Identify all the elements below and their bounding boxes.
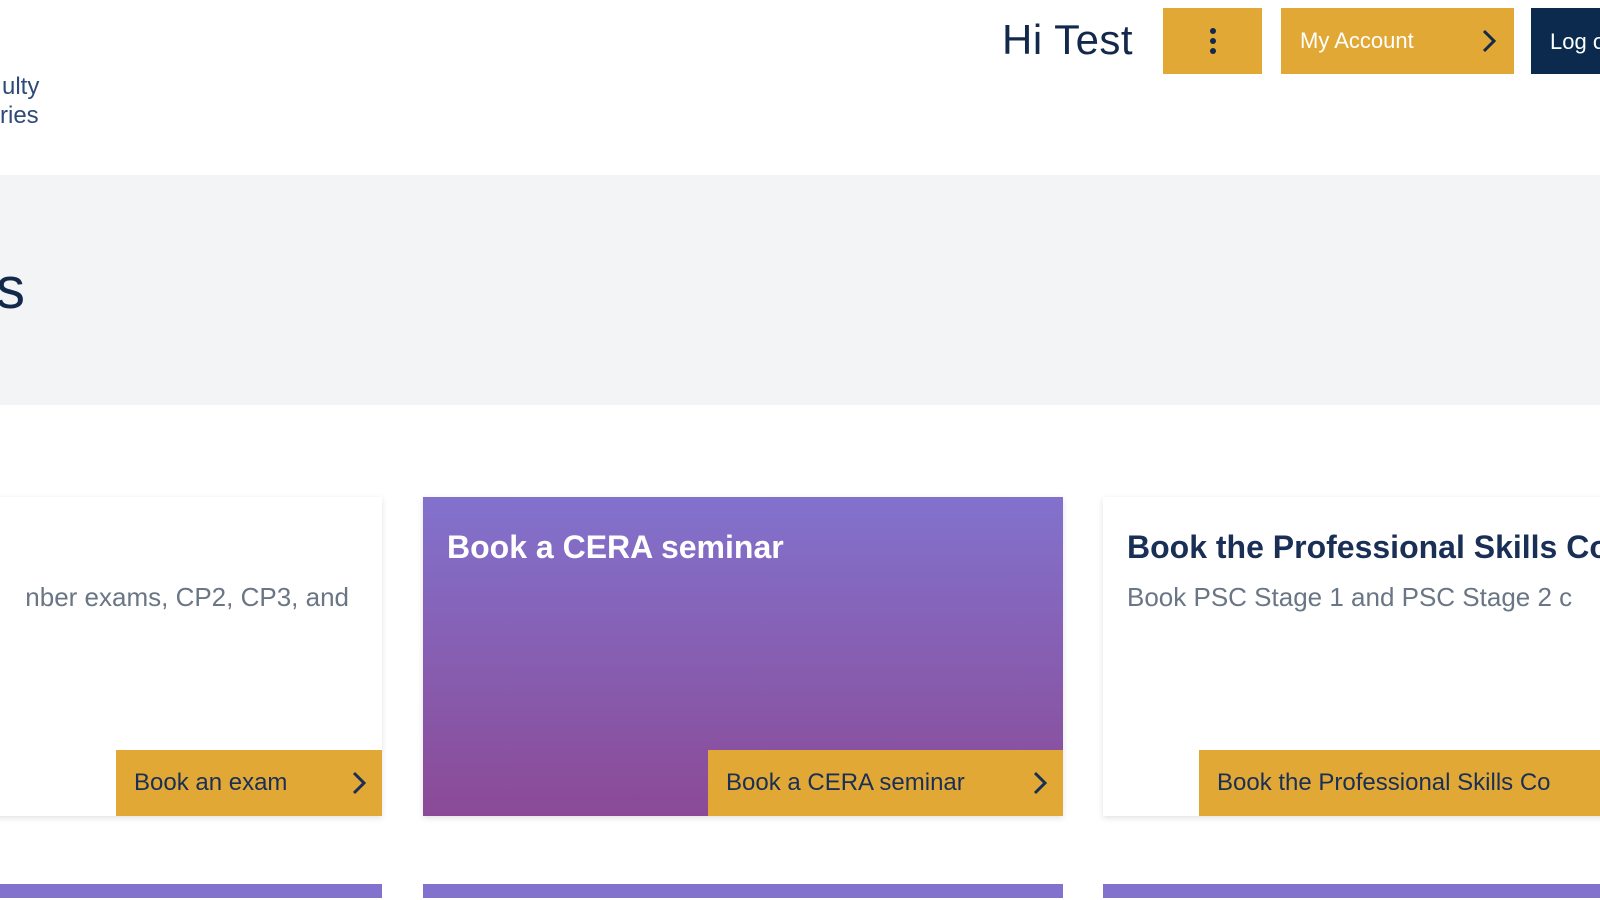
site-logo[interactable]: ulty ries	[0, 72, 39, 130]
chevron-right-icon	[1482, 29, 1496, 53]
chevron-right-icon	[352, 771, 366, 795]
card-professional-skills: Book the Professional Skills Co Book PSC…	[1103, 497, 1600, 816]
book-exam-button[interactable]: Book an exam	[116, 750, 382, 816]
book-cera-seminar-label: Book a CERA seminar	[726, 769, 965, 796]
user-greeting: Hi Test	[1002, 16, 1134, 63]
card-book-exam: nber exams, CP2, CP3, and Book an exam	[0, 497, 382, 816]
card-description: nber exams, CP2, CP3, and	[25, 582, 349, 612]
card-description: Book PSC Stage 1 and PSC Stage 2 c	[1127, 582, 1573, 612]
logo-line-2: ries	[0, 102, 39, 129]
book-cera-seminar-button[interactable]: Book a CERA seminar	[708, 750, 1063, 816]
card-top-strip	[1103, 884, 1600, 898]
card-top-strip	[423, 884, 1063, 898]
logo-line-1: ulty	[2, 73, 40, 100]
menu-button[interactable]	[1163, 8, 1262, 74]
vertical-ellipsis-icon	[1209, 28, 1216, 54]
chevron-right-icon	[1033, 771, 1047, 795]
my-account-button[interactable]: My Account	[1281, 8, 1514, 74]
card-cera-seminar: Book a CERA seminar Book a CERA seminar	[423, 497, 1063, 816]
page-title: s	[0, 256, 25, 321]
site-header: ulty ries Hi Test My Account Log o	[0, 0, 1600, 175]
book-professional-skills-label: Book the Professional Skills Co	[1217, 769, 1551, 796]
page-hero: s	[0, 175, 1600, 405]
book-professional-skills-button[interactable]: Book the Professional Skills Co	[1199, 750, 1600, 816]
card-title: Book the Professional Skills Co	[1127, 529, 1600, 565]
book-exam-label: Book an exam	[134, 769, 288, 796]
card-title: Book a CERA seminar	[447, 529, 784, 565]
card-top-strip	[0, 884, 382, 898]
my-account-label: My Account	[1300, 28, 1414, 53]
logout-button[interactable]: Log o	[1531, 8, 1600, 74]
